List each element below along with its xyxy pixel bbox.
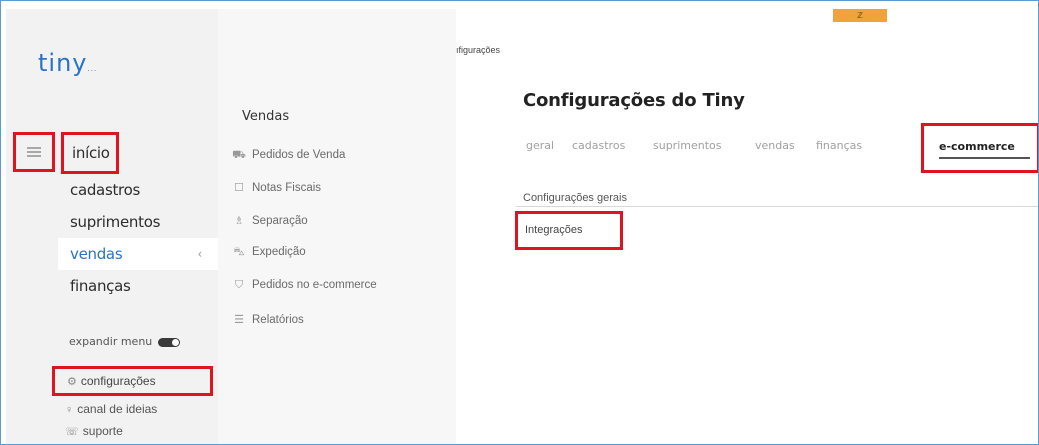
sidebar-item-label: vendas (70, 245, 123, 263)
submenu-item-label: Separação (252, 215, 308, 227)
submenu-item-label: Pedidos no e-commerce (252, 279, 377, 291)
breadcrumb[interactable]: ıfigurações (456, 45, 500, 55)
gear-icon: ⚙ (67, 376, 77, 388)
invoice-icon: ☐ (234, 182, 244, 194)
submenu-item-label: Pedidos de Venda (252, 149, 346, 161)
truck-icon: ⛍ (233, 246, 245, 258)
support-link[interactable]: ☏ suporte (65, 424, 123, 438)
logo-text: tiny (38, 49, 88, 77)
main-nav: início cadastros suprimentos vendas ‹ fi… (58, 132, 218, 302)
tab-cadastros[interactable]: cadastros (572, 139, 625, 152)
lightbulb-icon: ♀ (65, 404, 74, 416)
sidebar-item-cadastros[interactable]: cadastros (58, 174, 218, 206)
submenu-title: Vendas (242, 109, 290, 124)
logo-suffix: ... (87, 65, 98, 73)
submenu-item-label: Relatórios (252, 314, 304, 326)
submenu-item-label: Notas Fiscais (252, 182, 322, 194)
settings-label: configurações (80, 374, 156, 388)
submenu-item-expedicao[interactable]: ⛍ Expedição (232, 246, 306, 260)
submenu-item-relatorios[interactable]: ☰ Relatórios (232, 313, 304, 326)
submenu-item-pedidos-ecommerce[interactable]: ⛉ Pedidos no e-commerce (232, 279, 377, 292)
tiny-logo[interactable]: tiny... (38, 49, 97, 77)
sidebar: tiny... início cadastros suprimentos ven… (6, 9, 218, 444)
tab-financas[interactable]: finanças (816, 139, 862, 152)
submenu-item-separacao[interactable]: ♗ Separação (232, 214, 308, 227)
submenu-item-pedidos-venda[interactable]: ⛟ Pedidos de Venda (232, 149, 345, 163)
ideas-link[interactable]: ♀ canal de ideias (65, 402, 157, 416)
submenu-item-notas-fiscais[interactable]: ☐ Notas Fiscais (232, 181, 321, 194)
active-tab-underline (939, 157, 1030, 159)
report-icon: ☰ (234, 314, 244, 326)
tab-suprimentos[interactable]: suprimentos (653, 139, 722, 152)
support-label: suporte (82, 424, 123, 438)
box-icon: ♗ (234, 215, 244, 227)
menu-toggle-button[interactable] (13, 132, 55, 172)
hamburger-icon (27, 147, 41, 157)
notification-badge[interactable]: ℤ (833, 9, 887, 22)
store-icon: ⛉ (234, 279, 244, 291)
cart-icon: ⛟ (232, 149, 246, 161)
integrations-link[interactable]: Integrações (515, 211, 623, 250)
page-title: Configurações do Tiny (523, 90, 745, 111)
expand-menu-toggle[interactable]: expandir menu (69, 335, 180, 348)
section-general-settings[interactable]: Configurações gerais (523, 192, 627, 204)
tab-vendas[interactable]: vendas (755, 139, 795, 152)
expand-menu-label: expandir menu (69, 335, 153, 348)
sidebar-item-suprimentos[interactable]: suprimentos (58, 206, 218, 238)
sidebar-item-inicio[interactable]: início (61, 132, 119, 174)
chevron-left-icon: ‹ (197, 247, 203, 261)
divider (516, 206, 1038, 207)
tab-geral[interactable]: geral (526, 139, 554, 152)
sidebar-item-vendas[interactable]: vendas ‹ (58, 238, 218, 270)
submenu-item-label: Expedição (252, 246, 306, 258)
tab-ecommerce-label: e-commerce (939, 140, 1015, 153)
chat-icon: ☏ (65, 426, 79, 438)
app-window: tiny... início cadastros suprimentos ven… (0, 0, 1039, 445)
settings-link[interactable]: ⚙ configurações (52, 366, 213, 396)
tab-ecommerce[interactable]: e-commerce (921, 123, 1038, 173)
toggle-switch-icon (157, 337, 180, 347)
submenu-panel: Vendas ⛟ Pedidos de Venda ☐ Notas Fiscais … (218, 9, 456, 444)
sidebar-item-financas[interactable]: finanças (58, 270, 218, 302)
ideas-label: canal de ideias (77, 402, 158, 416)
